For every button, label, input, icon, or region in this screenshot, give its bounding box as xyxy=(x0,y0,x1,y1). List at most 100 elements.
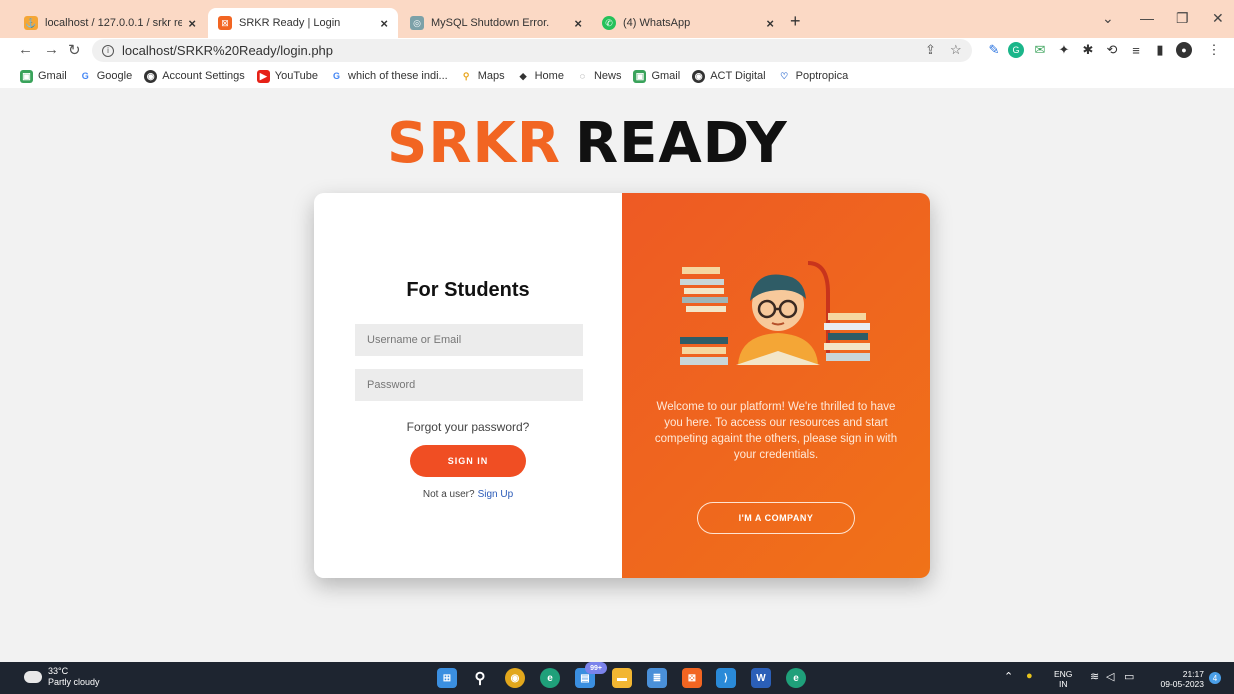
close-icon[interactable]: × xyxy=(188,16,196,31)
history-icon[interactable]: ⟲ xyxy=(1104,42,1120,58)
bookmark-google-search[interactable]: Gwhich of these indi... xyxy=(330,69,448,83)
reload-button[interactable]: ↻ xyxy=(68,41,81,59)
show-hidden-icons-button[interactable]: ⌃ xyxy=(1004,670,1013,683)
forgot-password-link[interactable]: Forgot your password? xyxy=(314,420,622,434)
sign-up-link[interactable]: Sign Up xyxy=(478,489,514,500)
bookmark-youtube[interactable]: ▶ YouTube xyxy=(256,69,318,83)
tab-title: SRKR Ready | Login xyxy=(239,17,341,29)
srkr-ready-logo: SRKR READY xyxy=(387,116,788,172)
welcome-panel: Welcome to our platform! We're thrilled … xyxy=(622,193,930,578)
welcome-message: Welcome to our platform! We're thrilled … xyxy=(654,401,898,461)
news-icon: ◌ xyxy=(575,69,589,83)
google-icon: G xyxy=(78,69,92,83)
page-content: SRKRREADY For Students Forgot your passw… xyxy=(0,88,1234,662)
browser-tab-strip: ⚓ localhost / 127.0.0.1 / srkr ready × ⊠… xyxy=(0,0,1234,38)
chrome-icon: ◉ xyxy=(144,69,158,83)
bookmark-maps[interactable]: ⚲ Maps xyxy=(459,69,505,83)
username-input[interactable] xyxy=(355,324,583,356)
bookmark-gmail[interactable]: ▣ Gmail xyxy=(20,69,67,83)
sign-in-button[interactable]: SIGN IN xyxy=(410,445,526,477)
vscode-icon[interactable]: ⟩ xyxy=(716,668,736,688)
close-icon[interactable]: × xyxy=(380,16,388,31)
back-button[interactable]: ← xyxy=(18,41,33,58)
whatsapp-icon: ✆ xyxy=(602,16,616,30)
tab-title: (4) WhatsApp xyxy=(623,17,691,29)
password-input[interactable] xyxy=(355,369,583,401)
close-icon[interactable]: × xyxy=(574,16,582,31)
mail-extension-icon[interactable]: ✉ xyxy=(1032,42,1048,58)
minimize-button[interactable]: — xyxy=(1140,10,1154,26)
poptropica-icon: ♡ xyxy=(777,69,791,83)
share-icon[interactable]: ⇪ xyxy=(925,42,936,58)
site-info-icon[interactable]: i xyxy=(102,44,114,57)
company-login-button[interactable]: I'M A COMPANY xyxy=(697,502,855,534)
bookmark-news[interactable]: ◌ News xyxy=(575,69,621,83)
notes-icon[interactable]: ≣ xyxy=(647,668,667,688)
not-user-text: Not a user? xyxy=(422,489,475,500)
clock[interactable]: 21:17 09-05-2023 xyxy=(1150,669,1204,689)
globe-icon: ◎ xyxy=(410,16,424,30)
bookmark-act-digital[interactable]: ◉ ACT Digital xyxy=(692,69,766,83)
windows-taskbar: 33°C Partly cloudy ⊞ ⚲ ◉ e ▤ 99+ ▬ ≣ ⊠ ⟩… xyxy=(0,662,1234,694)
student-reading-illustration xyxy=(680,261,870,365)
bookmark-account-settings[interactable]: ◉ Account Settings xyxy=(144,69,245,83)
battery-icon[interactable]: ▭ xyxy=(1124,670,1134,683)
partly-cloudy-icon xyxy=(24,671,42,683)
weather-widget[interactable]: 33°C Partly cloudy xyxy=(24,666,100,688)
profile-avatar[interactable]: ● xyxy=(1176,42,1192,58)
file-explorer-icon[interactable]: ▬ xyxy=(612,668,632,688)
grammarly-icon[interactable]: G xyxy=(1008,42,1024,58)
logo-part-2: READY xyxy=(574,111,788,176)
menu-icon[interactable]: ⋮ xyxy=(1206,42,1222,58)
wifi-icon[interactable]: ≋ xyxy=(1090,670,1099,683)
youtube-icon: ▶ xyxy=(256,69,270,83)
extension-icon[interactable]: ✦ xyxy=(1056,42,1072,58)
xampp-taskbar-icon[interactable]: ⊠ xyxy=(682,668,702,688)
tab-srkr-login[interactable]: ⊠ SRKR Ready | Login × xyxy=(208,8,398,38)
notification-badge: 99+ xyxy=(585,662,607,674)
login-card: For Students Forgot your password? SIGN … xyxy=(314,193,930,578)
browser-toolbar: ← → ↻ i localhost/SRKR%20Ready/login.php… xyxy=(0,38,1234,64)
google-icon: G xyxy=(330,69,344,83)
tray-app-icon[interactable]: ● xyxy=(1026,670,1033,682)
forward-button[interactable]: → xyxy=(44,41,59,58)
chrome-taskbar-icon[interactable]: ◉ xyxy=(505,668,525,688)
pen-extension-icon[interactable]: ✎ xyxy=(986,42,1002,58)
word-icon[interactable]: W xyxy=(751,668,771,688)
volume-icon[interactable]: ◁ xyxy=(1106,670,1114,683)
bookmark-home[interactable]: ◆ Home xyxy=(516,69,564,83)
search-icon[interactable]: ⚲ xyxy=(470,668,490,688)
tab-whatsapp[interactable]: ✆ (4) WhatsApp × xyxy=(592,8,784,38)
student-login-panel: For Students Forgot your password? SIGN … xyxy=(314,193,622,578)
address-bar[interactable]: i localhost/SRKR%20Ready/login.php xyxy=(92,39,972,62)
xampp-icon: ⊠ xyxy=(218,16,232,30)
bookmark-gmail-2[interactable]: ▣ Gmail xyxy=(633,69,680,83)
reading-list-icon[interactable]: ≡ xyxy=(1128,42,1144,58)
edge-icon[interactable]: e xyxy=(540,668,560,688)
windows-start-icon[interactable]: ⊞ xyxy=(437,668,457,688)
url-text: localhost/SRKR%20Ready/login.php xyxy=(122,43,334,58)
edge-beta-icon[interactable]: e xyxy=(786,668,806,688)
language-indicator[interactable]: ENG IN xyxy=(1054,669,1072,689)
close-icon[interactable]: × xyxy=(766,16,774,31)
signup-prompt: Not a user? Sign Up xyxy=(314,489,622,500)
close-window-button[interactable]: ✕ xyxy=(1212,10,1224,27)
tab-title: localhost / 127.0.0.1 / srkr ready xyxy=(45,17,183,29)
notification-count-badge[interactable]: 4 xyxy=(1209,672,1221,684)
bookmarks-bar: ▣ Gmail G Google ◉ Account Settings ▶ YouTub… xyxy=(0,64,1234,88)
puzzle-icon[interactable]: ✱ xyxy=(1080,42,1096,58)
bookmark-star-icon[interactable]: ☆ xyxy=(950,42,962,58)
tab-title: MySQL Shutdown Error. xyxy=(431,17,550,29)
side-panel-icon[interactable]: ▮ xyxy=(1152,42,1168,58)
weather-condition: Partly cloudy xyxy=(48,677,100,687)
bookmark-poptropica[interactable]: ♡ Poptropica xyxy=(777,69,848,83)
gmail-icon: ▣ xyxy=(633,69,647,83)
chrome-icon: ◉ xyxy=(692,69,706,83)
home-icon: ◆ xyxy=(516,69,530,83)
tab-phpmyadmin[interactable]: ⚓ localhost / 127.0.0.1 / srkr ready × xyxy=(14,8,206,38)
new-tab-button[interactable]: + xyxy=(790,11,801,32)
tab-search-icon[interactable]: ⌄ xyxy=(1102,10,1114,27)
tab-mysql-error[interactable]: ◎ MySQL Shutdown Error. × xyxy=(400,8,592,38)
bookmark-google[interactable]: G Google xyxy=(78,69,132,83)
restore-button[interactable]: ❐ xyxy=(1176,10,1189,27)
